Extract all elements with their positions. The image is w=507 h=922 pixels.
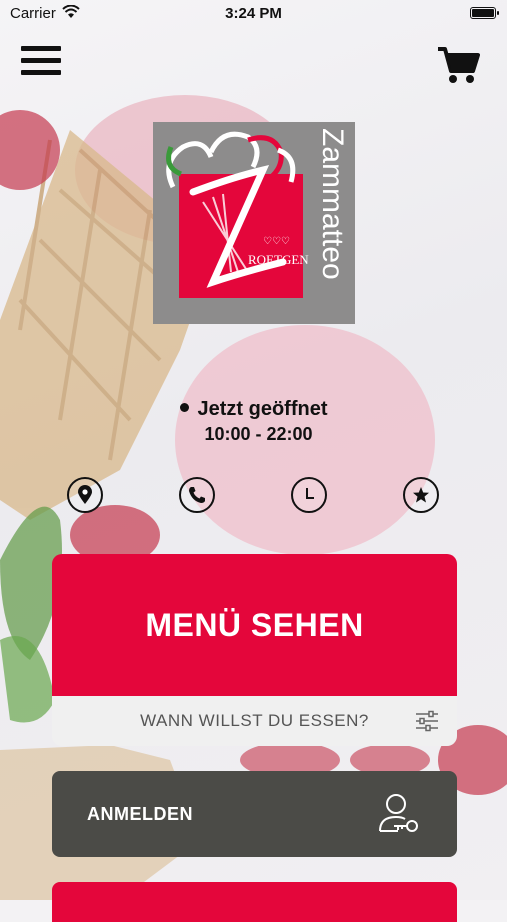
user-key-icon [378, 791, 422, 837]
view-menu-button[interactable]: MENÜ SEHEN [52, 554, 457, 696]
status-bar: Carrier 3:24 PM [0, 0, 507, 28]
restaurant-logo: ROETGEN ♡♡♡ Zammatteo [153, 122, 355, 324]
sliders-icon[interactable] [415, 709, 439, 733]
login-label: ANMELDEN [87, 803, 193, 824]
clock-icon[interactable] [291, 477, 327, 513]
star-review-icon[interactable] [403, 477, 439, 513]
logo-location-text: ROETGEN [248, 252, 309, 267]
status-dot [179, 403, 189, 413]
order-time-label: WANN WILLST DU ESSEN? [140, 711, 369, 730]
menu-card: MENÜ SEHEN WANN WILLST DU ESSEN? [52, 554, 457, 746]
login-button[interactable]: ANMELDEN [52, 771, 457, 857]
svg-text:♡♡♡: ♡♡♡ [263, 236, 290, 247]
opening-status-text: Jetzt geöffnet [197, 398, 328, 420]
order-time-selector[interactable]: WANN WILLST DU ESSEN? [52, 696, 457, 746]
location-pin-icon[interactable] [67, 477, 103, 513]
shopping-cart-icon[interactable] [436, 45, 480, 85]
phone-icon[interactable] [179, 477, 215, 513]
secondary-action-button[interactable] [52, 882, 457, 922]
logo-brand-text: Zammatteo [316, 128, 349, 280]
battery-icon [470, 7, 499, 19]
opening-status: Jetzt geöffnet [0, 398, 507, 421]
opening-hours: 10:00 - 22:00 [204, 424, 313, 444]
clock-time: 3:24 PM [225, 5, 282, 22]
hamburger-menu-icon[interactable] [21, 46, 61, 80]
